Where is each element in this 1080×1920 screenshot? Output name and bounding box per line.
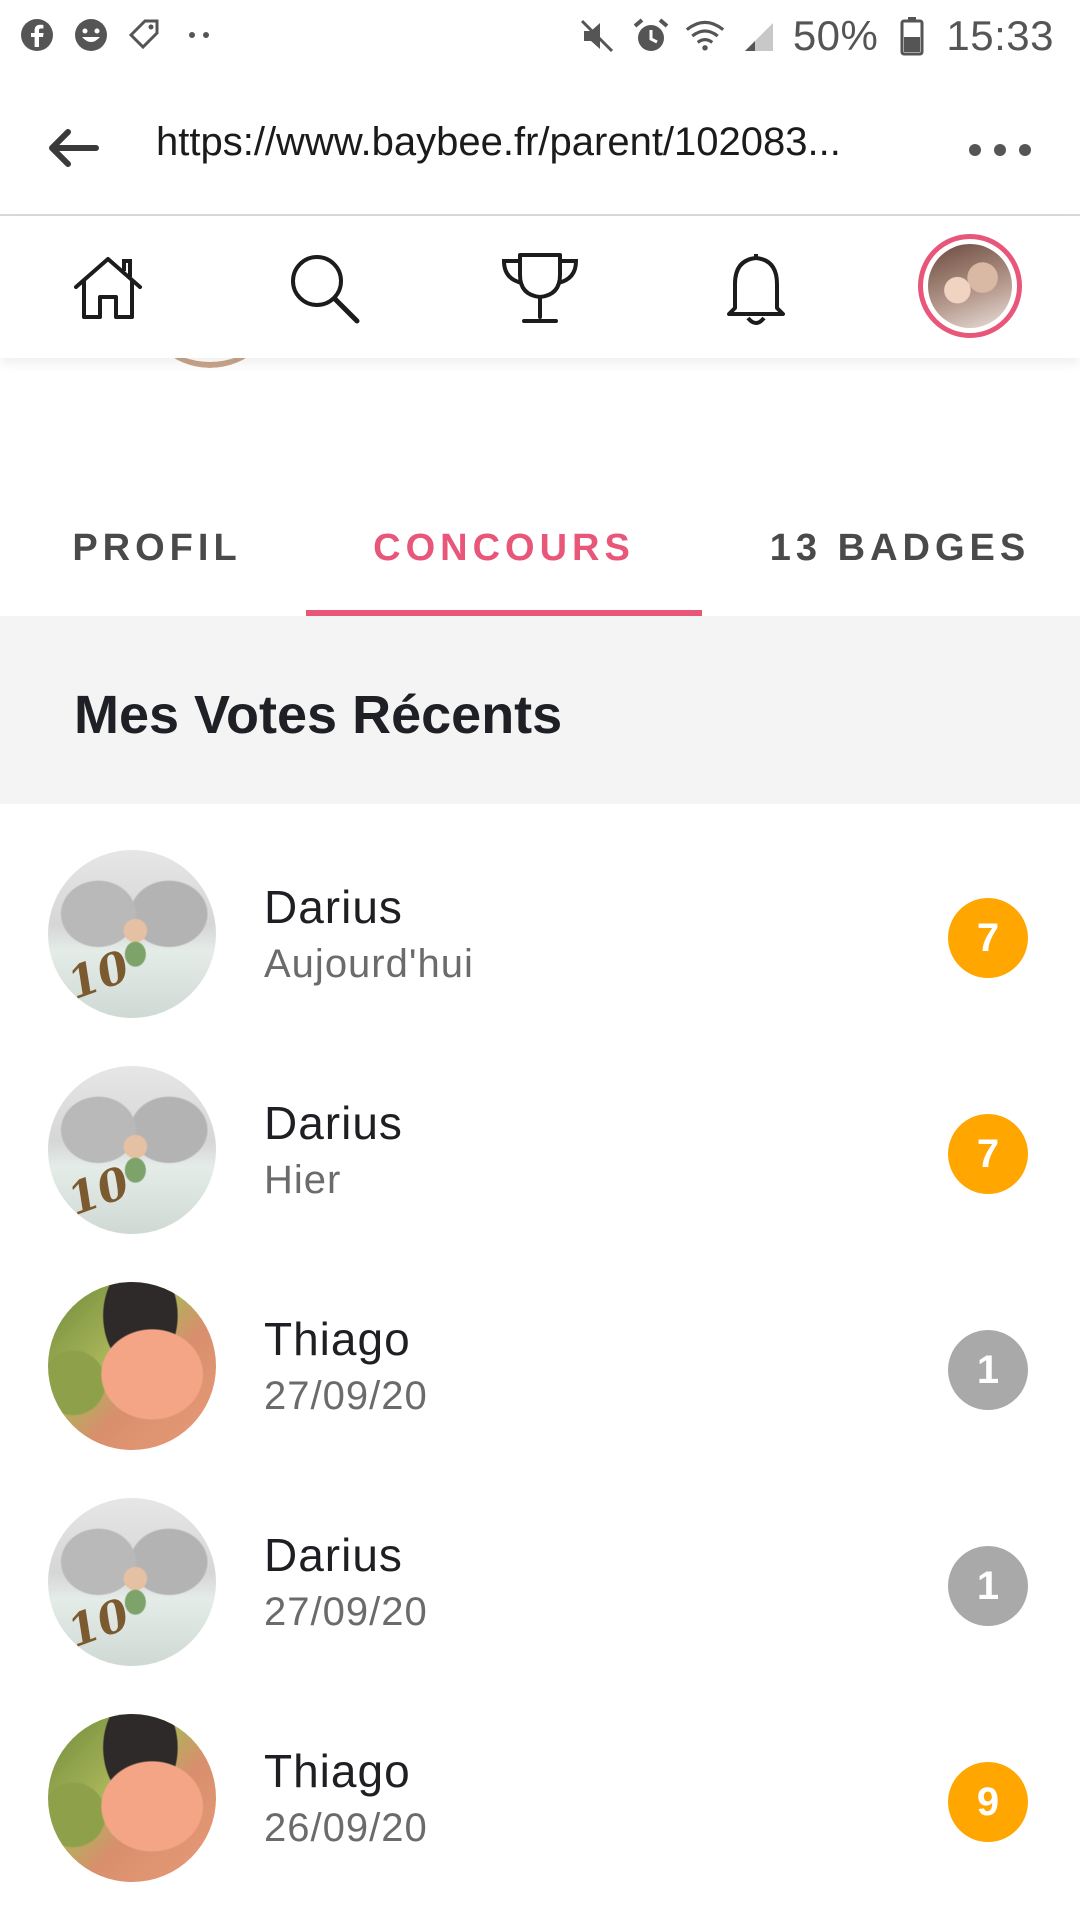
avatar-photo [928, 244, 1012, 328]
tab-badges[interactable]: 13 BADGES [750, 480, 1050, 616]
status-right-icons: 50% 15:33 [577, 12, 1054, 60]
alarm-icon [631, 16, 671, 56]
score-badge: 9 [948, 1762, 1028, 1842]
votes-list: Darius Aujourd'hui 7 Darius Hier 7 Thiag… [0, 804, 1080, 1884]
app-nav-bar [0, 216, 1080, 358]
tag-icon [126, 16, 164, 54]
battery-icon [892, 16, 932, 56]
clock: 15:33 [946, 12, 1054, 59]
avatar [48, 1066, 216, 1234]
wifi-icon [685, 16, 725, 56]
avatar [48, 850, 216, 1018]
battery-percent: 50% [792, 12, 879, 59]
status-left-icons [18, 16, 218, 54]
vote-date: Hier [264, 1158, 342, 1202]
score-badge: 1 [948, 1330, 1028, 1410]
browser-url-bar: https://www.baybee.fr/parent/102083... [0, 80, 1080, 216]
avatar [48, 1282, 216, 1450]
section-header: Mes Votes Récents [0, 616, 1080, 804]
list-item[interactable]: Thiago 26/09/20 9 [0, 1668, 1080, 1884]
vote-name: Darius [264, 1529, 403, 1581]
tab-concours[interactable]: CONCOURS [306, 480, 702, 616]
vote-date: Aujourd'hui [264, 942, 474, 986]
home-icon[interactable] [60, 240, 156, 336]
more-dots-icon [180, 16, 218, 54]
vote-name: Thiago [264, 1745, 411, 1797]
mute-icon [577, 16, 617, 56]
profile-tabs: PROFIL CONCOURS 13 BADGES [0, 480, 1080, 616]
status-bar: 50% 15:33 [0, 0, 1080, 80]
back-arrow-icon[interactable] [40, 116, 104, 180]
avatar [48, 1498, 216, 1666]
vote-date: 27/09/20 [264, 1590, 428, 1634]
bell-icon[interactable] [708, 240, 804, 336]
url-text[interactable]: https://www.baybee.fr/parent/102083... [156, 120, 916, 165]
smiley-icon [72, 16, 110, 54]
vote-date: 27/09/20 [264, 1374, 428, 1418]
facebook-icon [18, 16, 56, 54]
profile-avatar[interactable] [918, 234, 1022, 338]
section-title: Mes Votes Récents [74, 685, 563, 745]
signal-icon [739, 16, 779, 56]
list-item[interactable]: Thiago 27/09/20 1 [0, 1236, 1080, 1452]
vote-name: Darius [264, 881, 403, 933]
vote-name: Thiago [264, 1313, 411, 1365]
vote-name: Darius [264, 1097, 403, 1149]
trophy-icon[interactable] [492, 240, 588, 336]
tab-profil[interactable]: PROFIL [54, 480, 260, 616]
score-badge: 7 [948, 898, 1028, 978]
more-options-icon[interactable] [960, 120, 1040, 180]
score-badge: 7 [948, 1114, 1028, 1194]
vote-date: 26/09/20 [264, 1806, 428, 1850]
score-badge: 1 [948, 1546, 1028, 1626]
list-item[interactable]: Darius 27/09/20 1 [0, 1452, 1080, 1668]
list-item[interactable]: Darius Aujourd'hui 7 [0, 804, 1080, 1020]
search-icon[interactable] [276, 240, 372, 336]
list-item[interactable]: Darius Hier 7 [0, 1020, 1080, 1236]
avatar [48, 1714, 216, 1882]
